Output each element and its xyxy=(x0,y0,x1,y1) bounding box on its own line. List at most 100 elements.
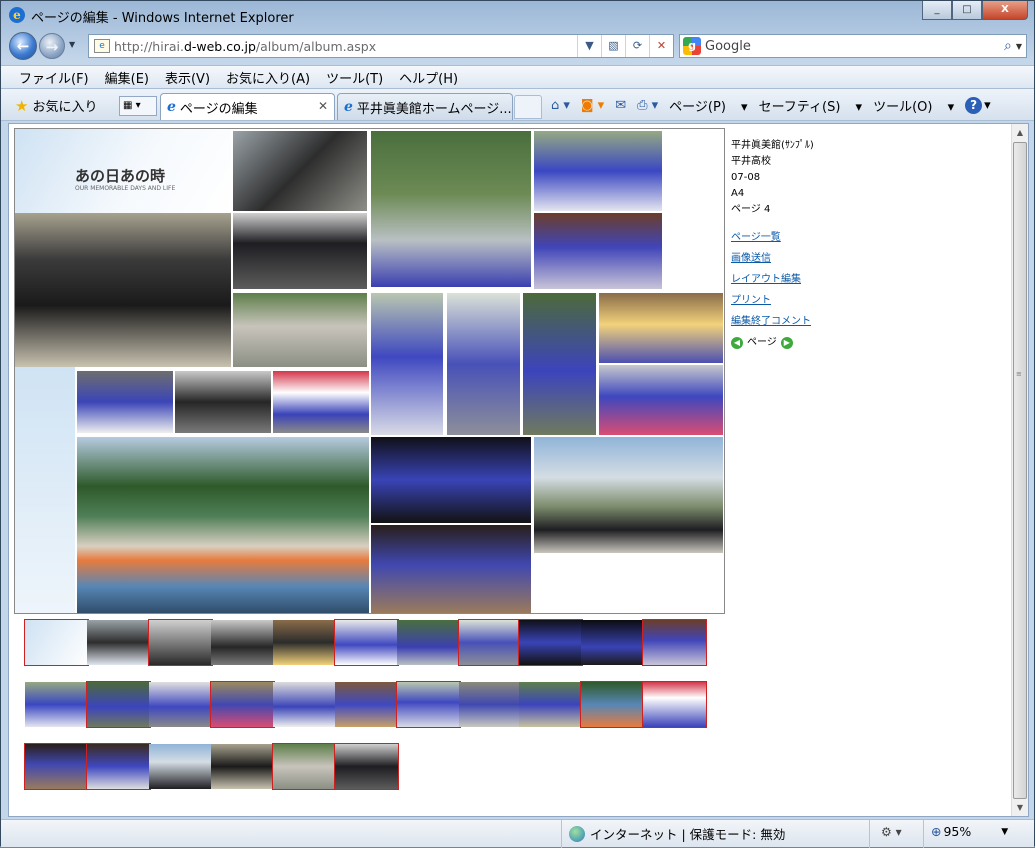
back-icon[interactable]: ← xyxy=(9,32,37,60)
mail-icon[interactable]: ✉ xyxy=(615,98,626,113)
search-icon[interactable]: ⌕ xyxy=(1004,38,1012,54)
menu-help[interactable]: ヘルプ(H) xyxy=(399,68,458,87)
search-box[interactable]: g Google ⌕ ▼ xyxy=(679,34,1027,58)
refresh-icon[interactable]: ⟳ xyxy=(625,35,649,57)
photo-garden[interactable] xyxy=(523,293,596,435)
thumbnail[interactable] xyxy=(87,620,150,665)
thumbnail[interactable] xyxy=(210,681,275,728)
scroll-up-icon[interactable]: ▲ xyxy=(1012,124,1028,141)
compat-view-icon[interactable]: ▧ xyxy=(601,35,625,57)
thumbnail[interactable] xyxy=(86,743,151,790)
tab-homepage[interactable]: e 平井眞美館ホームページ... xyxy=(337,93,513,120)
thumbnail[interactable] xyxy=(458,619,523,666)
thumbnail[interactable] xyxy=(149,744,212,789)
thumbnail[interactable] xyxy=(397,620,460,665)
scroll-down-icon[interactable]: ▼ xyxy=(1012,799,1028,816)
help-menu[interactable]: ? ▾ xyxy=(965,97,991,114)
photo-lab[interactable] xyxy=(77,371,173,433)
menu-favorites[interactable]: お気に入り(A) xyxy=(226,68,310,87)
photo-boat[interactable] xyxy=(77,437,369,613)
cover-image[interactable]: あの日あの時 OUR MEMORABLE DAYS AND LIFE xyxy=(15,129,231,213)
protected-mode-icon[interactable]: ⚙ ▾ xyxy=(881,825,902,839)
scroll-thumb[interactable] xyxy=(1013,142,1027,799)
history-dropdown-icon[interactable]: ▼ xyxy=(69,40,75,49)
search-dropdown-icon[interactable]: ▼ xyxy=(1016,42,1022,51)
thumbnail[interactable] xyxy=(273,620,336,665)
photo-shop[interactable] xyxy=(599,293,723,363)
favorites-button[interactable]: ★ お気に入り xyxy=(15,96,97,116)
photo-ceremony[interactable] xyxy=(15,213,231,367)
thumbnail[interactable] xyxy=(211,620,274,665)
menu-view[interactable]: 表示(V) xyxy=(165,68,210,87)
photo-group-blue[interactable] xyxy=(534,131,662,211)
thumbnail[interactable] xyxy=(24,619,89,666)
address-bar[interactable]: e http://hirai.d-web.co.jp/album/album.a… xyxy=(88,34,674,58)
page-menu[interactable]: ページ(P) ▾ xyxy=(669,96,747,115)
photo-floor-group[interactable] xyxy=(371,525,531,613)
rss-icon[interactable]: ◙ ▾ xyxy=(581,98,604,113)
menu-edit[interactable]: 編集(E) xyxy=(105,68,149,87)
photo-stall[interactable] xyxy=(599,365,723,435)
thumbnail[interactable] xyxy=(519,682,582,727)
tools-menu[interactable]: ツール(O) ▾ xyxy=(873,96,954,115)
zoom-control[interactable]: ⊕ 95% ▼ xyxy=(931,824,1008,839)
prev-page-icon[interactable]: ◀ xyxy=(731,337,743,349)
photo-cleaning[interactable] xyxy=(447,293,520,435)
link-page-list[interactable]: ページ一覧 xyxy=(731,230,814,246)
info-page: ページ 4 xyxy=(731,204,771,215)
close-tab-icon[interactable]: ✕ xyxy=(318,99,328,113)
minimize-button[interactable]: _ xyxy=(922,1,952,20)
photo-building[interactable] xyxy=(534,437,723,553)
photo-cooking[interactable] xyxy=(273,371,369,433)
photo-night-dance[interactable] xyxy=(371,437,531,523)
menu-file[interactable]: ファイル(F) xyxy=(19,68,89,87)
link-layout-edit[interactable]: レイアウト編集 xyxy=(731,272,814,288)
thumbnail[interactable] xyxy=(86,681,151,728)
address-dropdown-icon[interactable]: ▼ xyxy=(577,35,601,57)
photo-sky-strip[interactable] xyxy=(15,367,75,613)
thumbnail[interactable] xyxy=(642,681,707,728)
photo-gate[interactable] xyxy=(233,293,367,367)
thumbnail[interactable] xyxy=(25,682,88,727)
stop-icon[interactable]: ✕ xyxy=(649,35,673,57)
thumbnail[interactable] xyxy=(273,682,336,727)
thumbnail[interactable] xyxy=(148,619,213,666)
thumbnail[interactable] xyxy=(581,620,644,665)
thumbnail[interactable] xyxy=(211,744,274,789)
new-tab-button[interactable] xyxy=(514,95,542,119)
photo-auditorium[interactable] xyxy=(233,213,367,289)
safety-menu[interactable]: セーフティ(S) ▾ xyxy=(759,96,863,115)
thumbnail[interactable] xyxy=(272,743,337,790)
thumbnail[interactable] xyxy=(334,743,399,790)
thumbnail[interactable] xyxy=(642,619,707,666)
photo-floor-play[interactable] xyxy=(534,213,662,289)
photo-computer-room[interactable] xyxy=(175,371,271,433)
thumbnail[interactable] xyxy=(580,681,645,728)
link-finish-comment[interactable]: 編集終了コメント xyxy=(731,314,814,330)
zoom-dropdown-icon[interactable]: ▼ xyxy=(1001,827,1008,837)
photo-dam[interactable] xyxy=(371,131,531,287)
thumbnail[interactable] xyxy=(24,743,89,790)
forward-icon[interactable]: → xyxy=(39,33,65,59)
vertical-scrollbar[interactable]: ▲ ≡ ▼ xyxy=(1011,124,1028,816)
print-icon[interactable]: ⎙ ▾ xyxy=(637,98,658,113)
home-icon[interactable]: ⌂ ▾ xyxy=(551,98,570,113)
thumbnail[interactable] xyxy=(334,619,399,666)
next-page-icon[interactable]: ▶ xyxy=(780,337,793,349)
thumbnail[interactable] xyxy=(459,682,522,727)
photo-classroom[interactable] xyxy=(233,131,367,211)
security-zone[interactable]: インターネット | 保護モード: 無効 xyxy=(569,824,785,843)
thumbnail[interactable] xyxy=(335,682,398,727)
link-print[interactable]: プリント xyxy=(731,293,814,309)
search-input[interactable]: Google xyxy=(705,39,1004,54)
menu-tools[interactable]: ツール(T) xyxy=(326,68,383,87)
photo-students-bucket[interactable] xyxy=(371,293,443,435)
tab-page-edit[interactable]: e ページの編集 ✕ xyxy=(160,93,335,120)
link-upload-image[interactable]: 画像送信 xyxy=(731,251,814,267)
thumbnail[interactable] xyxy=(518,619,583,666)
thumbnail[interactable] xyxy=(149,682,212,727)
close-button[interactable]: X xyxy=(982,1,1028,20)
quick-tabs-button[interactable]: ▦ ▾ xyxy=(119,96,157,116)
maximize-button[interactable]: □ xyxy=(952,1,982,20)
thumbnail[interactable] xyxy=(396,681,461,728)
